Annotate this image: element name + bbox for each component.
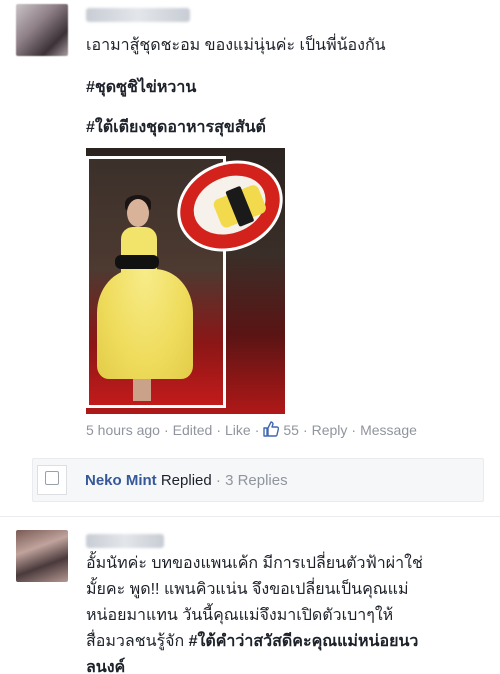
comment-meta: 5 hours ago · Edited · Like · 55 · Reply · Message: [86, 420, 417, 440]
comment-text-segment: สื่อมวลชนรู้จัก: [86, 633, 189, 650]
thumbs-up-icon[interactable]: [263, 421, 280, 437]
photo-bow: [115, 255, 159, 269]
replies-count[interactable]: 3 Replies: [225, 472, 288, 489]
comment-2: อั้มนัทค่ะ บทของแพนเค้ก มีการเปลี่ยนตัวฟ…: [0, 516, 500, 674]
comment-1: เอามาสู้ชุดชะอม ของแม่นุ่นค่ะ เป็นพี่น้อ…: [0, 0, 500, 450]
replier-name[interactable]: Neko Mint: [85, 472, 157, 489]
replies-summary[interactable]: Neko Mint Replied · 3 Replies: [85, 471, 288, 491]
timestamp[interactable]: 5 hours ago: [86, 420, 160, 440]
photo-plate-inner: [184, 165, 275, 245]
replies-bar[interactable]: Neko Mint Replied · 3 Replies: [32, 458, 484, 502]
meta-separator: ·: [302, 422, 308, 438]
hashtag-link[interactable]: #ใต้คำว่าสวัสดีคะคุณแม่หน่อยนว: [189, 633, 419, 650]
meta-separator: ·: [163, 422, 169, 438]
message-link[interactable]: Message: [360, 420, 417, 440]
meta-separator: ·: [215, 472, 221, 489]
replier-avatar[interactable]: [37, 465, 67, 495]
attached-photo[interactable]: [86, 148, 285, 414]
comment-text-line: อั้มนัทค่ะ บทของแพนเค้ก มีการเปลี่ยนตัวฟ…: [86, 555, 423, 572]
hashtag-link[interactable]: #ชุดซูชิไข่หวาน: [86, 76, 196, 100]
like-count[interactable]: 55: [283, 420, 299, 440]
hashtag-link-continued[interactable]: ลนงค์: [86, 656, 125, 674]
commenter-name-blurred[interactable]: [86, 534, 164, 548]
meta-separator: ·: [351, 422, 357, 438]
commenter-avatar[interactable]: [16, 530, 68, 582]
like-link[interactable]: Like: [225, 420, 251, 440]
meta-separator: ·: [254, 422, 260, 438]
commenter-name-blurred[interactable]: [86, 8, 190, 22]
photo-skirt: [97, 269, 193, 379]
edited-label[interactable]: Edited: [173, 420, 213, 440]
hashtag-link[interactable]: #ใต้เตียงชุดอาหารสุขสันต์: [86, 116, 266, 140]
meta-separator: ·: [216, 422, 221, 438]
photo-head: [127, 199, 149, 227]
comment-text-line: หน่อยมาแทน วันนี้คุณแม่จึงมาเปิดตัวเบาๆใ…: [86, 607, 394, 624]
comment-text-line: เอามาสู้ชุดชะอม ของแม่นุ่นค่ะ เป็นพี่น้อ…: [86, 37, 386, 54]
comment-text-line: สื่อมวลชนรู้จัก #ใต้คำว่าสวัสดีคะคุณแม่ห…: [86, 630, 418, 654]
replied-label: Replied: [160, 472, 212, 489]
replier-avatar-logo: [45, 471, 59, 485]
reply-link[interactable]: Reply: [312, 420, 348, 440]
comment-text-line: มั้ยคะ พูด!! แพนคิวแน่น จึงขอเปลี่ยนเป็น…: [86, 581, 409, 598]
photo-legs: [133, 379, 151, 401]
commenter-avatar[interactable]: [16, 4, 68, 56]
